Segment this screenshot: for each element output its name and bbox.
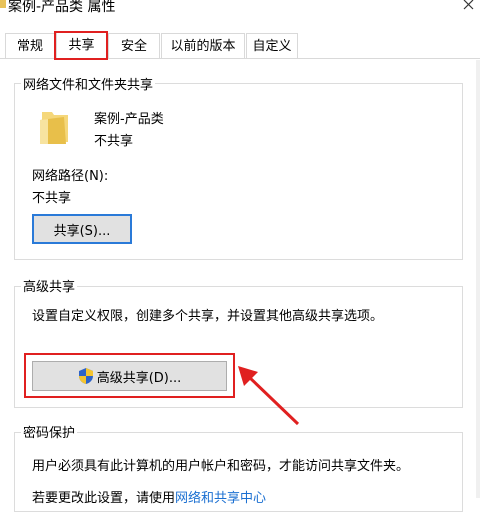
- password-protection-description: 用户必须具有此计算机的用户帐户和密码，才能访问共享文件夹。: [32, 459, 410, 474]
- close-icon: [463, 0, 474, 10]
- advanced-share-description: 设置自定义权限，创建多个共享，并设置其他高级共享选项。: [32, 309, 384, 324]
- folder-icon: [40, 112, 68, 144]
- network-sharing-center-link[interactable]: 网络和共享中心: [175, 491, 266, 506]
- tab-general[interactable]: 常规: [5, 33, 55, 58]
- annotation-highlight-tab: [54, 31, 108, 60]
- network-path-value: 不共享: [32, 191, 72, 206]
- annotation-arrow: [238, 366, 300, 426]
- network-path-label: 网络路径(N):: [32, 169, 109, 184]
- tab-security[interactable]: 安全: [108, 33, 160, 58]
- tab-previous-versions[interactable]: 以前的版本: [161, 33, 245, 58]
- advanced-share-group-label: 高级共享: [21, 276, 78, 295]
- advanced-share-button[interactable]: 高级共享(D)...: [32, 361, 227, 391]
- title-bar: 案例-产品类 属性: [0, 0, 480, 28]
- network-share-group-label: 网络文件和文件夹共享: [21, 74, 156, 93]
- advanced-share-button-label: 高级共享(D)...: [96, 370, 182, 386]
- window-title: 案例-产品类 属性: [8, 0, 116, 15]
- folder-name: 案例-产品类: [94, 112, 164, 127]
- uac-shield-icon: [78, 368, 93, 384]
- window-edge: [476, 60, 480, 498]
- password-change-prefix: 若要更改此设置，请使用: [32, 491, 176, 506]
- share-button[interactable]: 共享(S)...: [32, 214, 132, 244]
- share-status: 不共享: [94, 134, 134, 149]
- close-button[interactable]: [455, 0, 480, 16]
- folder-small-icon: [0, 0, 6, 8]
- password-protection-group-label: 密码保护: [21, 422, 78, 441]
- tab-customize[interactable]: 自定义: [246, 33, 298, 58]
- password-change-text: 若要更改此设置，请使用网络和共享中心: [32, 487, 266, 506]
